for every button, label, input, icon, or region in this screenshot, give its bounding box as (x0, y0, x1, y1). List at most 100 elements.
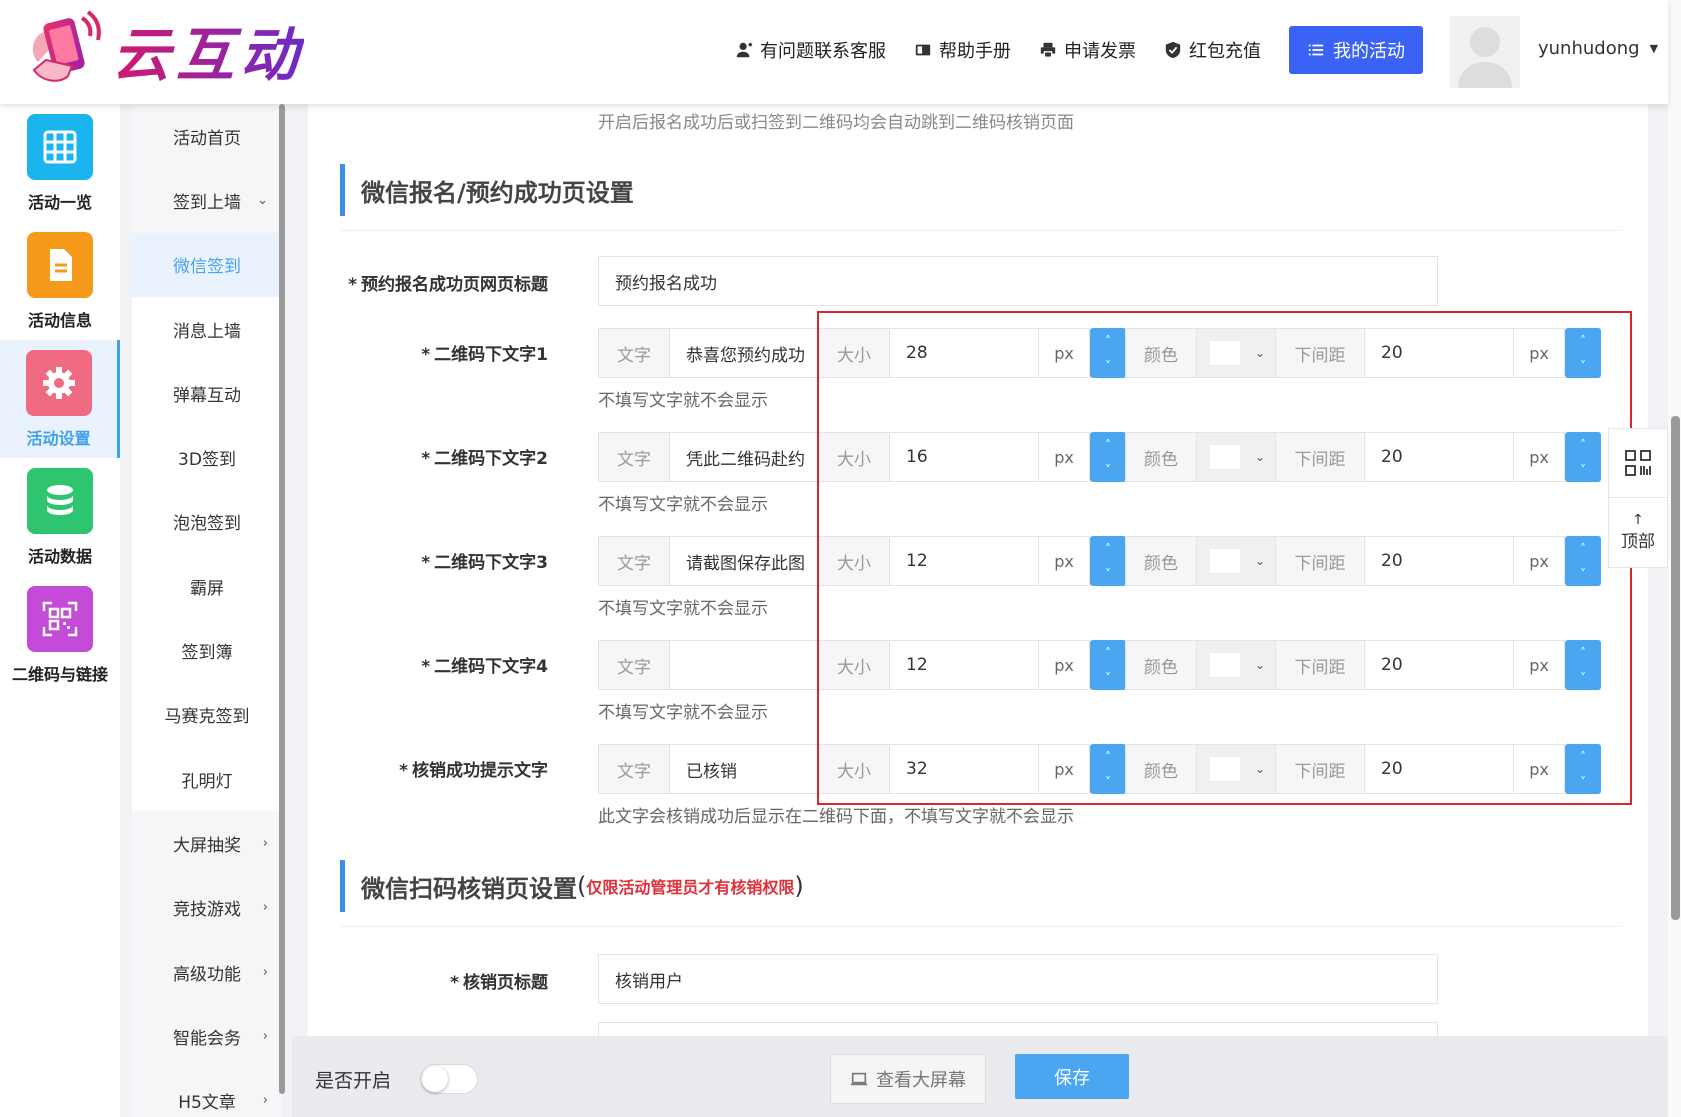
size-input[interactable]: 12 (889, 536, 1039, 586)
size-stepper[interactable]: ˄ ˅ (1090, 640, 1126, 690)
nav2-item[interactable]: 3D签到 (132, 425, 282, 489)
chevron-down-icon: ⌄ (1255, 450, 1266, 464)
text-input[interactable]: 凭此二维码赴约 (669, 432, 819, 482)
size-unit: px (1038, 536, 1090, 586)
user-menu[interactable]: yunhudong ▼ (1538, 38, 1658, 59)
text-input[interactable]: 请截图保存此图 (669, 536, 819, 586)
chevron-up-icon: ˄ (1105, 645, 1111, 660)
page-scrollbar-thumb[interactable] (1671, 416, 1680, 920)
nav1-item-activity-list[interactable]: 活动一览 (0, 104, 120, 222)
nav2-item[interactable]: 微信签到 (132, 232, 282, 297)
spacing-input[interactable]: 20 (1364, 744, 1514, 794)
nav1-item-activity-data[interactable]: 活动数据 (0, 458, 120, 576)
row-label: * 二维码下文字4 (421, 657, 548, 677)
nav1-label: 活动设置 (26, 429, 91, 448)
text-addon: 文字 (598, 432, 670, 482)
back-to-top-button[interactable]: ↑ 顶部 (1608, 498, 1668, 568)
sidebar-scrollbar[interactable] (279, 104, 285, 1094)
my-activity-button[interactable]: 我的活动 (1289, 26, 1423, 74)
size-input[interactable]: 28 (889, 328, 1039, 378)
spacing-stepper[interactable]: ˄ ˅ (1565, 328, 1601, 378)
back-to-top-label: 顶部 (1621, 532, 1655, 552)
text-addon: 文字 (598, 536, 670, 586)
size-input[interactable]: 16 (889, 432, 1039, 482)
color-swatch (1209, 548, 1241, 574)
add-user-icon (736, 42, 753, 58)
nav2-item[interactable]: H5文章 › (132, 1068, 282, 1117)
view-big-screen-button[interactable]: 查看大屏幕 (830, 1054, 986, 1104)
size-addon: 大小 (818, 328, 890, 378)
row-hint: 此文字会核销成功后显示在二维码下面，不填写文字就不会显示 (598, 807, 1074, 827)
monitor-icon (850, 1072, 868, 1086)
contact-support-link[interactable]: 有问题联系客服 (735, 37, 886, 63)
nav2-item[interactable]: 泡泡签到 (132, 490, 282, 554)
size-input[interactable]: 32 (889, 744, 1039, 794)
nav1-label: 活动一览 (27, 193, 92, 212)
spacing-input[interactable]: 20 (1364, 328, 1514, 378)
nav2-item[interactable]: 消息上墙 (132, 297, 282, 361)
chevron-down-icon: ˅ (1580, 462, 1586, 477)
grid-icon (27, 114, 93, 180)
text-input[interactable]: 已核销 (669, 744, 819, 794)
recharge-link[interactable]: 红包充值 (1164, 37, 1261, 63)
toggle-knob (422, 1066, 448, 1092)
spacing-addon: 下间距 (1275, 744, 1365, 794)
nav2-item[interactable]: 高级功能 › (132, 939, 282, 1005)
size-stepper[interactable]: ˄ ˅ (1090, 432, 1126, 482)
color-addon: 颜色 (1125, 328, 1197, 378)
size-input[interactable]: 12 (889, 640, 1039, 690)
enable-toggle[interactable] (420, 1064, 478, 1094)
nav2-item[interactable]: 智能会务 › (132, 1004, 282, 1069)
invoice-link[interactable]: 申请发票 (1039, 37, 1136, 63)
color-picker[interactable]: ⌄ (1196, 640, 1276, 690)
nav2-label: 霸屏 (190, 578, 224, 599)
size-stepper[interactable]: ˄ ˅ (1090, 328, 1126, 378)
spacing-input[interactable]: 20 (1364, 640, 1514, 690)
nav2-item[interactable]: 弹幕互动 (132, 361, 282, 425)
nav2-item[interactable]: 马赛克签到 (132, 683, 282, 747)
color-picker[interactable]: ⌄ (1196, 328, 1276, 378)
nav2-item[interactable]: 签到簿 (132, 618, 282, 682)
help-manual-link[interactable]: 帮助手册 (914, 37, 1011, 63)
spacing-stepper[interactable]: ˄ ˅ (1565, 744, 1601, 794)
nav2-item[interactable]: 竞技游戏 › (132, 875, 282, 940)
nav1-item-activity-settings[interactable]: 活动设置 (0, 340, 120, 458)
nav1-item-qrcode-links[interactable]: 二维码与链接 (0, 576, 120, 694)
nav2-item[interactable]: 霸屏 (132, 554, 282, 618)
text-input[interactable] (669, 640, 819, 690)
nav2-item[interactable]: 大屏抽奖 › (132, 811, 282, 876)
logo-text: 云互动 (112, 8, 304, 92)
row-hint: 不填写文字就不会显示 (598, 495, 768, 515)
spacing-stepper[interactable]: ˄ ˅ (1565, 536, 1601, 586)
top-header: 云互动 有问题联系客服 帮助手册 申请发票 红包充值 我的活动 yunhudon… (0, 0, 1668, 104)
shield-check-icon (1165, 41, 1181, 59)
color-picker[interactable]: ⌄ (1196, 744, 1276, 794)
nav2-item[interactable]: 签到上墙 ⌄ (132, 168, 282, 233)
spacing-unit: px (1513, 640, 1565, 690)
verify-title-input[interactable]: 核销用户 (598, 954, 1438, 1004)
chevron-up-icon: ˄ (1580, 437, 1586, 452)
spacing-input[interactable]: 20 (1364, 432, 1514, 482)
qrcode-tool-button[interactable] (1608, 428, 1668, 498)
nav1-item-activity-info[interactable]: 活动信息 (0, 222, 120, 340)
save-button[interactable]: 保存 (1015, 1054, 1129, 1099)
logo[interactable]: 云互动 (24, 8, 304, 92)
text-input[interactable]: 恭喜您预约成功 (669, 328, 819, 378)
nav2-label: 签到簿 (181, 643, 233, 664)
page-scrollbar[interactable] (1668, 0, 1681, 1117)
spacing-input[interactable]: 20 (1364, 536, 1514, 586)
size-stepper[interactable]: ˄ ˅ (1090, 744, 1126, 794)
spacing-stepper[interactable]: ˄ ˅ (1565, 432, 1601, 482)
color-picker[interactable]: ⌄ (1196, 432, 1276, 482)
nav2-label: 弹幕互动 (173, 385, 241, 406)
nav2-item[interactable]: 活动首页 (132, 104, 282, 169)
size-stepper[interactable]: ˄ ˅ (1090, 536, 1126, 586)
spacing-stepper[interactable]: ˄ ˅ (1565, 640, 1601, 690)
page-title-input[interactable]: 预约报名成功 (598, 256, 1438, 306)
color-picker[interactable]: ⌄ (1196, 536, 1276, 586)
size-unit: px (1038, 744, 1090, 794)
nav2-item[interactable]: 孔明灯 (132, 747, 282, 811)
avatar[interactable] (1450, 16, 1520, 88)
caret-down-icon: ▼ (1649, 42, 1659, 55)
color-swatch (1209, 340, 1241, 366)
